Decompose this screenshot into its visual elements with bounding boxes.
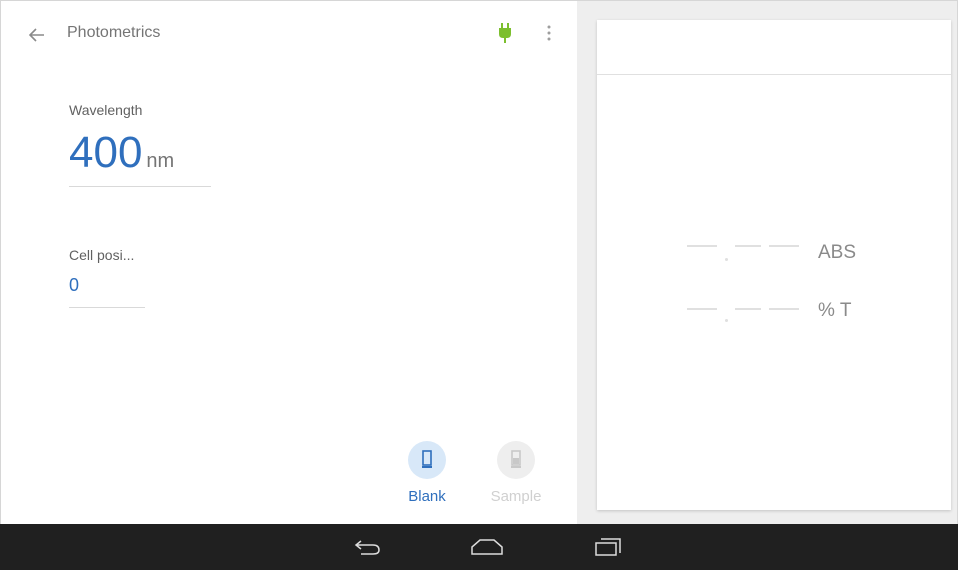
main-panel: Photometrics Wavelength 400 nm Cell posi.… bbox=[0, 0, 577, 524]
results-card-header bbox=[597, 20, 951, 75]
arrow-left-icon bbox=[29, 28, 44, 42]
app-bar: Photometrics bbox=[1, 1, 578, 65]
nav-back-icon bbox=[354, 540, 380, 555]
more-vert-icon bbox=[547, 25, 551, 41]
wavelength-field[interactable]: 400 nm bbox=[69, 127, 211, 187]
blank-button[interactable]: Blank bbox=[387, 441, 467, 509]
nav-back-button[interactable] bbox=[348, 532, 388, 562]
blank-icon-circle bbox=[408, 441, 446, 479]
sample-icon-circle bbox=[497, 441, 535, 479]
back-button[interactable] bbox=[23, 21, 51, 49]
transmittance-reading: % T bbox=[687, 300, 927, 330]
cell-position-value: 0 bbox=[69, 275, 80, 295]
nav-recents-button[interactable] bbox=[588, 532, 628, 562]
wavelength-value: 400 bbox=[69, 128, 143, 177]
wavelength-unit: nm bbox=[146, 150, 175, 172]
cuvette-icon bbox=[422, 450, 432, 468]
system-nav-bar bbox=[0, 524, 958, 570]
results-card: ABS % T bbox=[597, 20, 951, 510]
plug-icon bbox=[495, 22, 515, 44]
cell-position-field[interactable]: 0 bbox=[69, 273, 145, 308]
cuvette-filled-icon bbox=[511, 450, 521, 468]
nav-home-icon bbox=[471, 539, 503, 555]
nav-home-button[interactable] bbox=[467, 532, 507, 562]
sample-label: Sample bbox=[490, 488, 542, 505]
abs-unit: ABS bbox=[818, 242, 857, 263]
blank-label: Blank bbox=[408, 488, 446, 505]
overflow-menu-button[interactable] bbox=[539, 22, 559, 44]
nav-recents-icon bbox=[595, 538, 621, 556]
cell-position-label: Cell posi... bbox=[69, 247, 135, 263]
sample-button[interactable]: Sample bbox=[476, 441, 556, 509]
abs-reading: ABS bbox=[687, 242, 927, 272]
transmittance-unit: % T bbox=[818, 300, 852, 321]
wavelength-label: Wavelength bbox=[69, 102, 143, 118]
page-title: Photometrics bbox=[67, 24, 161, 41]
